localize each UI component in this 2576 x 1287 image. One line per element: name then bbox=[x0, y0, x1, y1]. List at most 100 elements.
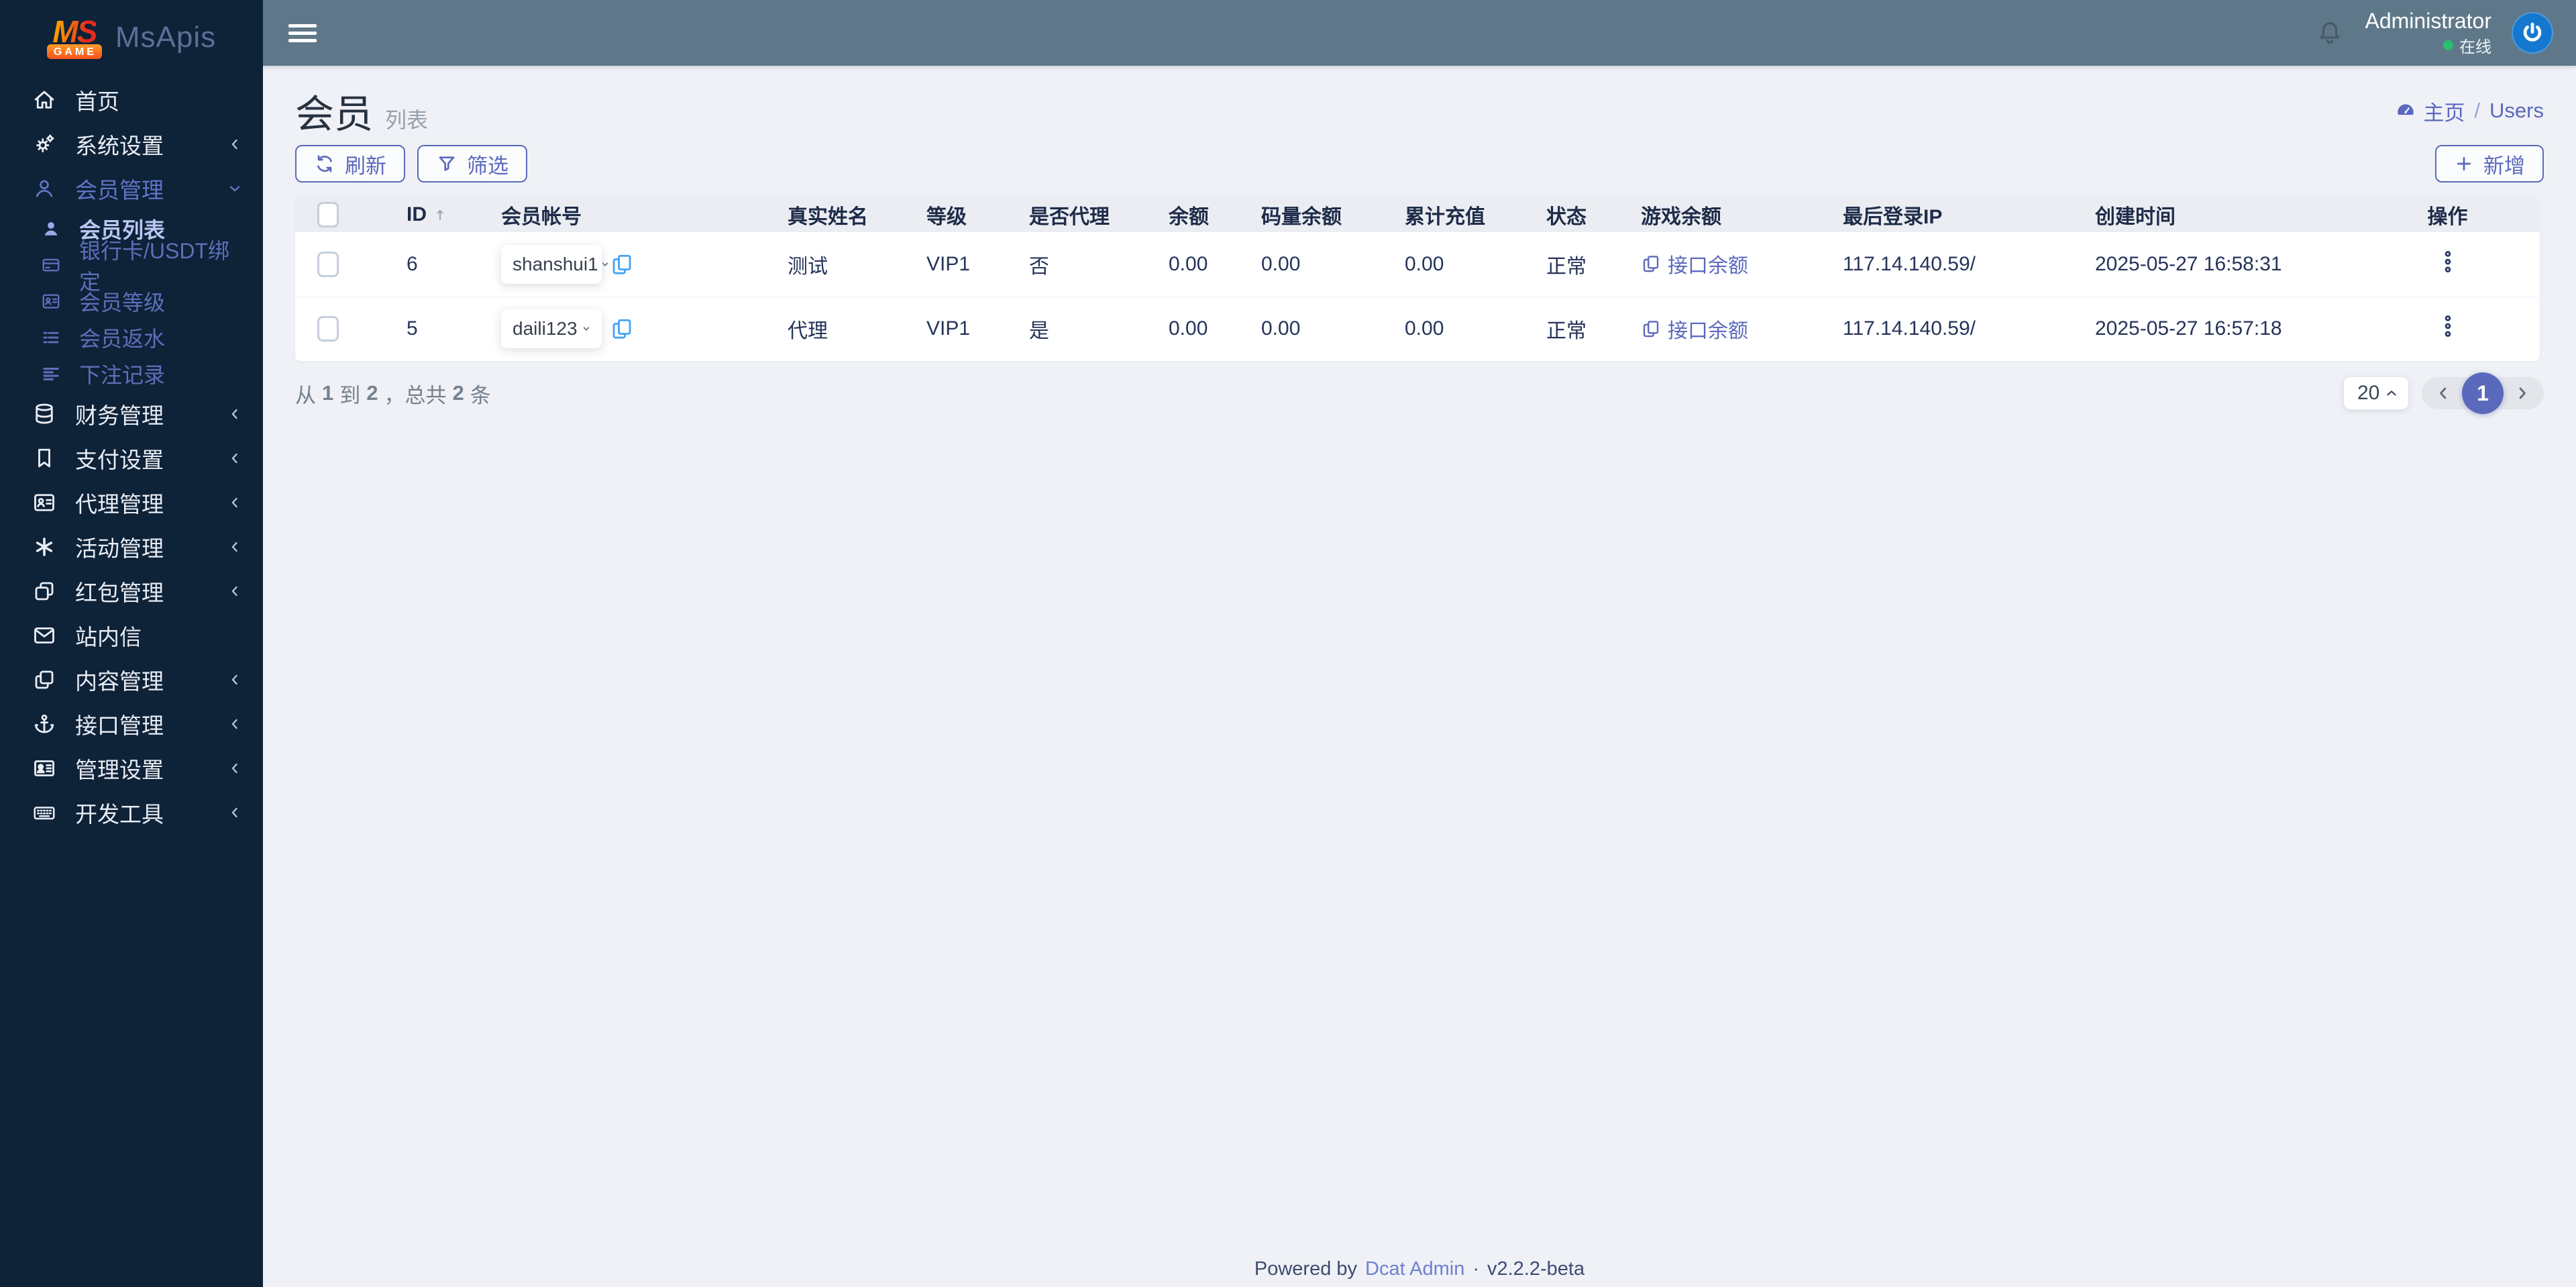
chevron-left-icon bbox=[227, 672, 243, 688]
sidebar-item-label: 下注记录 bbox=[79, 363, 166, 387]
members-table: ID 会员帐号 真实姓名 等级 是否代理 余额 码量余额 累计充值 状态 游戏余… bbox=[295, 197, 2540, 361]
sidebar-item-bankcard-usdt[interactable]: 银行卡/USDT绑定 bbox=[0, 239, 263, 294]
chevron-left-icon bbox=[227, 805, 243, 821]
sidebar-item-dev-tools[interactable]: 开发工具 bbox=[0, 790, 263, 835]
sidebar-item-member-management[interactable]: 会员管理 bbox=[0, 166, 263, 211]
next-page-button[interactable] bbox=[2508, 377, 2537, 409]
online-dot-icon bbox=[2443, 40, 2453, 50]
breadcrumb: 主页 / Users bbox=[2395, 96, 2544, 126]
cell-created-at: 2025-05-27 16:57:18 bbox=[2079, 296, 2355, 361]
sidebar-item-label: 首页 bbox=[75, 89, 119, 114]
column-header-id[interactable]: ID bbox=[407, 203, 448, 226]
cell-total-recharge: 0.00 bbox=[1389, 232, 1530, 297]
account-select-value: shanshui1 bbox=[513, 253, 598, 274]
table-header-row: ID 会员帐号 真实姓名 等级 是否代理 余额 码量余额 累计充值 状态 游戏余… bbox=[295, 197, 2540, 232]
sidebar-item-redpacket-management[interactable]: 红包管理 bbox=[0, 569, 263, 613]
current-page-button[interactable]: 1 bbox=[2462, 372, 2504, 414]
anchor-icon bbox=[31, 712, 58, 736]
chevron-left-icon bbox=[227, 583, 243, 599]
sidebar-item-system-settings[interactable]: 系统设置 bbox=[0, 122, 263, 166]
sidebar-item-activity-management[interactable]: 活动管理 bbox=[0, 525, 263, 569]
game-balance-link[interactable]: 接口余额 bbox=[1641, 249, 1748, 278]
breadcrumb-home-label: 主页 bbox=[2423, 101, 2465, 125]
chevron-left-icon bbox=[227, 495, 243, 511]
pager: 1 bbox=[2422, 372, 2544, 414]
topbar: Administrator 在线 bbox=[263, 0, 2576, 66]
column-header-balance: 余额 bbox=[1152, 197, 1245, 232]
asterisk-icon bbox=[31, 535, 58, 559]
hamburger-icon[interactable] bbox=[288, 20, 317, 46]
list-footer: 从 1 到 2 ，总共 2 条 20 1 bbox=[295, 372, 2544, 414]
cell-level: VIP1 bbox=[910, 296, 1013, 361]
account-select[interactable]: daili123 bbox=[501, 309, 602, 349]
column-header-last-login-ip: 最后登录IP bbox=[1827, 197, 2079, 232]
row-checkbox[interactable] bbox=[317, 316, 339, 342]
chevron-left-icon bbox=[227, 716, 243, 732]
sidebar-item-label: 站内信 bbox=[75, 625, 142, 650]
sidebar-item-label: 内容管理 bbox=[75, 669, 164, 694]
sidebar-item-site-mail[interactable]: 站内信 bbox=[0, 613, 263, 658]
username: Administrator bbox=[2365, 9, 2492, 34]
main-area: Administrator 在线 会员 列表 主页 / Users 刷新 筛选 … bbox=[263, 0, 2576, 1287]
powered-by-label: Powered by bbox=[1254, 1258, 1358, 1280]
sidebar-item-api-management[interactable]: 接口管理 bbox=[0, 702, 263, 746]
cell-code-balance: 0.00 bbox=[1245, 232, 1389, 297]
clone-icon bbox=[31, 579, 58, 603]
column-header-account: 会员帐号 bbox=[485, 197, 771, 232]
refresh-button[interactable]: 刷新 bbox=[295, 145, 405, 183]
copy-icon[interactable] bbox=[610, 317, 634, 341]
sidebar-item-home[interactable]: 首页 bbox=[0, 78, 263, 122]
game-balance-link-label: 接口余额 bbox=[1668, 319, 1748, 342]
column-header-total-recharge: 累计充值 bbox=[1389, 197, 1530, 232]
brand-logo-ms: MS bbox=[52, 13, 97, 49]
sidebar-item-payment-settings[interactable]: 支付设置 bbox=[0, 436, 263, 480]
cell-id: 5 bbox=[390, 296, 485, 361]
page-subtitle: 列表 bbox=[385, 108, 429, 132]
bell-icon[interactable] bbox=[2314, 17, 2345, 48]
row-actions-dots-icon[interactable] bbox=[2434, 248, 2461, 275]
chevron-down-icon bbox=[580, 322, 593, 336]
clone-icon bbox=[1641, 319, 1661, 339]
filter-button[interactable]: 筛选 bbox=[417, 145, 527, 183]
sidebar-item-agent-management[interactable]: 代理管理 bbox=[0, 480, 263, 525]
bookmark-icon bbox=[31, 446, 58, 470]
cell-status: 正常 bbox=[1530, 296, 1625, 361]
records-summary: 从 1 到 2 ，总共 2 条 bbox=[295, 381, 491, 407]
game-balance-link[interactable]: 接口余额 bbox=[1641, 314, 1748, 344]
cell-code-balance: 0.00 bbox=[1245, 296, 1389, 361]
cell-balance: 0.00 bbox=[1152, 232, 1245, 297]
breadcrumb-home[interactable]: 主页 bbox=[2395, 96, 2465, 126]
row-actions-dots-icon[interactable] bbox=[2434, 313, 2461, 340]
prev-page-button[interactable] bbox=[2428, 377, 2458, 409]
keyboard-icon bbox=[31, 801, 58, 825]
sidebar-item-finance[interactable]: 财务管理 bbox=[0, 392, 263, 436]
cell-id: 6 bbox=[390, 232, 485, 297]
user-menu[interactable]: Administrator 在线 bbox=[2365, 9, 2492, 57]
avatar[interactable] bbox=[2512, 11, 2553, 54]
sidebar-item-content-management[interactable]: 内容管理 bbox=[0, 658, 263, 702]
add-button[interactable]: 新增 bbox=[2435, 145, 2544, 183]
sidebar-item-bet-records[interactable]: 下注记录 bbox=[0, 356, 263, 392]
sidebar-item-label: 接口管理 bbox=[75, 713, 164, 738]
row-checkbox[interactable] bbox=[317, 251, 339, 277]
cell-status: 正常 bbox=[1530, 232, 1625, 297]
sidebar-item-label: 管理设置 bbox=[75, 758, 164, 782]
page-header: 会员 列表 主页 / Users bbox=[295, 89, 2544, 136]
user-solid-icon bbox=[39, 219, 63, 239]
page-size-select[interactable]: 20 bbox=[2344, 377, 2408, 409]
members-table-card: ID 会员帐号 真实姓名 等级 是否代理 余额 码量余额 累计充值 状态 游戏余… bbox=[295, 197, 2540, 361]
select-all-checkbox[interactable] bbox=[317, 202, 339, 227]
sidebar-item-label: 会员返水 bbox=[79, 327, 166, 351]
brand-logo[interactable]: MS GAME MsApis bbox=[0, 0, 263, 75]
account-select[interactable]: shanshui1 bbox=[501, 244, 608, 284]
filter-icon bbox=[436, 153, 458, 174]
version-label: v2.2.2-beta bbox=[1487, 1258, 1585, 1280]
chevron-left-icon bbox=[227, 450, 243, 466]
dcat-admin-link[interactable]: Dcat Admin bbox=[1365, 1258, 1464, 1280]
sidebar-item-admin-settings[interactable]: 管理设置 bbox=[0, 746, 263, 790]
column-header-status: 状态 bbox=[1530, 197, 1625, 232]
sidebar-item-label: 活动管理 bbox=[75, 536, 164, 561]
sidebar-item-member-rebate[interactable]: 会员返水 bbox=[0, 319, 263, 356]
align-left-icon bbox=[39, 364, 63, 384]
copy-icon[interactable] bbox=[610, 252, 634, 276]
